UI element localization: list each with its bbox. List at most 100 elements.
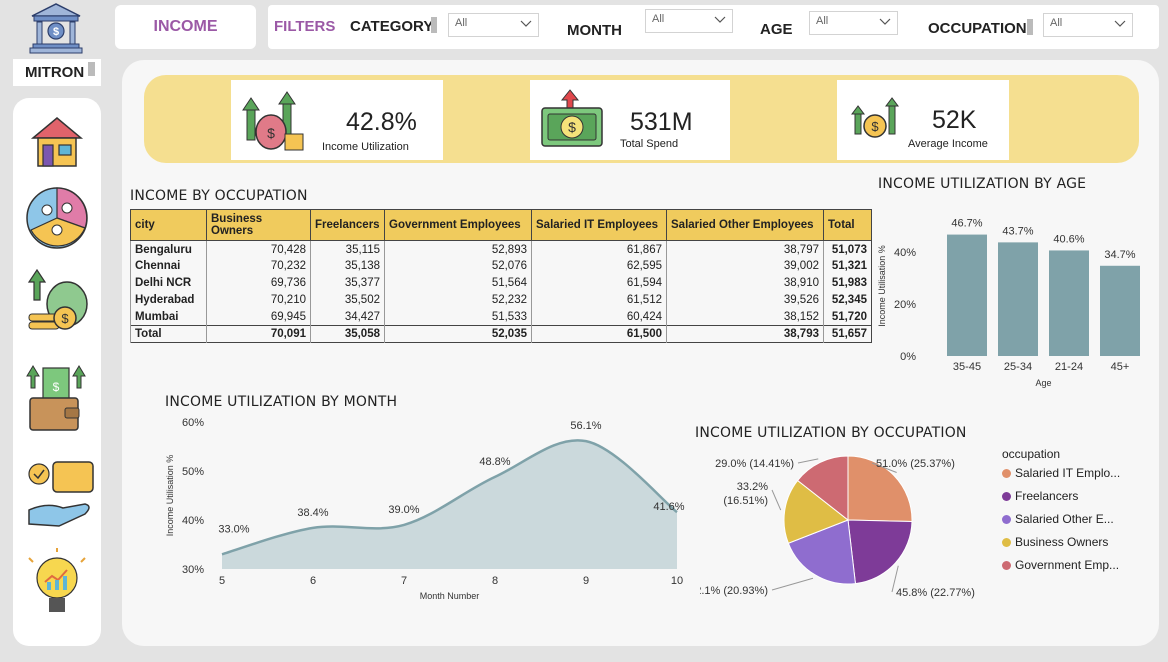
age-dropdown-value: All [816,15,829,27]
svg-text:$: $ [61,311,69,326]
column-header[interactable]: Business Owners [206,209,311,241]
legend-swatch [1002,537,1011,547]
column-header[interactable]: Total [823,209,872,241]
legend-item[interactable]: Salaried Other E... [1002,512,1114,526]
legend-item[interactable]: Salaried IT Emplo... [1002,466,1120,480]
table-cell: 35,502 [310,291,385,309]
x-tick-label: 6 [310,575,316,587]
chevron-down-icon [1114,20,1126,27]
legend-label: Salaried Other E... [1015,512,1114,526]
table-cell: 61,594 [531,274,667,292]
pie-slice[interactable] [847,519,913,585]
x-tick-label: 45+ [1111,361,1130,373]
demographics-icon[interactable] [25,186,89,254]
legend-swatch [1002,491,1011,501]
table-cell: 52,076 [384,257,532,275]
table-cell: 52,345 [823,291,872,309]
bar-data-label: 34.7% [1104,249,1135,261]
pie-data-label-value: 33.2% [737,481,768,493]
month-dropdown[interactable]: All [645,9,733,33]
age-bar[interactable] [998,242,1038,356]
legend-label: Government Emp... [1015,558,1120,572]
money-bag-icon[interactable]: $ [25,266,89,334]
svg-text:$: $ [267,125,275,141]
point-data-label: 38.4% [297,507,328,519]
table-cell: 52,232 [384,291,532,309]
x-tick-label: 10 [671,575,683,587]
tab-income[interactable]: INCOME [115,5,256,49]
occupation-pie-chart: 51.0% (25.37%) 45.8% (22.77%) 42.1% (20.93… [700,455,975,599]
table-cell: 51,564 [384,274,532,292]
table-cell: Delhi NCR [130,274,207,292]
x-tick-label: 7 [401,575,407,587]
table-total-cell: Total [130,325,207,343]
home-icon[interactable] [25,112,89,180]
age-dropdown[interactable]: All [809,11,898,35]
legend-item[interactable]: Business Owners [1002,535,1108,549]
pie-data-label: 42.1% (20.93%) [700,585,768,597]
income-growth-icon: $ [242,91,304,151]
table-row[interactable]: Delhi NCR 69,736 35,377 51,564 61,594 38,910 5… [130,274,872,292]
table-cell: 69,736 [206,274,311,292]
category-dropdown[interactable]: All [448,13,539,37]
age-bar[interactable] [1100,265,1140,356]
table-row[interactable]: Hyderabad 70,210 35,502 52,232 61,512 39,526 5… [130,291,872,309]
bar-data-label: 46.7% [951,218,982,230]
column-header[interactable]: city [130,209,207,241]
pie-leader-line [797,458,819,464]
kpi-label-average-income: Average Income [908,138,988,150]
legend-swatch [1002,514,1011,524]
column-header[interactable]: Government Employees [384,209,532,241]
legend-item[interactable]: Government Emp... [1002,558,1119,572]
chevron-down-icon [879,18,891,25]
legend-item[interactable]: Freelancers [1002,489,1078,503]
x-tick-label: 9 [583,575,589,587]
y-tick-label: 30% [182,564,204,576]
table-cell: Chennai [130,257,207,275]
y-tick-label: 50% [182,466,204,478]
table-cell: 38,152 [666,308,824,326]
table-total-cell: 51,657 [823,325,872,343]
table-cell: 34,427 [310,308,385,326]
table-cell: 69,945 [206,308,311,326]
bank-logo-icon: $ [0,0,112,60]
pie-leader-line [771,577,814,591]
table-cell: 61,512 [531,291,667,309]
point-data-label: 33.0% [218,523,249,535]
wallet-icon[interactable]: $ [25,360,89,431]
table-total-cell: 61,500 [531,325,667,343]
month-filter-label: MONTH [567,22,622,39]
age-filter-label: AGE [760,21,793,38]
table-cell: 51,533 [384,308,532,326]
pie-data-label: 45.8% (22.77%) [896,587,975,599]
credit-hand-icon[interactable] [25,458,94,527]
table-cell: 62,595 [531,257,667,275]
table-row[interactable]: Mumbai 69,945 34,427 51,533 60,424 38,152 51,7… [130,308,872,326]
table-cell: 35,138 [310,257,385,275]
column-header[interactable]: Salaried IT Employees [531,209,667,241]
table-cell: 70,210 [206,291,311,309]
table-row[interactable]: Bengaluru 70,428 35,115 52,893 61,867 38,797 5… [130,240,872,258]
table-cell: 39,526 [666,291,824,309]
age-bar[interactable] [1049,250,1089,356]
category-filter-label: CATEGORY [350,18,434,35]
kpi-card-average-income: $ 52K Average Income [837,80,1009,160]
occupation-filter-bar [1027,19,1033,35]
table-row[interactable]: Chennai 70,232 35,138 52,076 62,595 39,002 51,… [130,257,872,275]
occupation-dropdown[interactable]: All [1043,13,1133,37]
insights-bulb-icon[interactable] [25,548,89,616]
pie-data-label-share: (16.51%) [723,495,768,507]
age-bar[interactable] [947,234,987,356]
y-tick-label: 60% [182,417,204,429]
pie-data-label: 51.0% (25.37%) [876,458,955,470]
table-cell: 70,232 [206,257,311,275]
svg-text:$: $ [53,380,60,394]
column-header[interactable]: Freelancers [310,209,385,241]
point-data-label: 48.8% [479,456,510,468]
column-header[interactable]: Salaried Other Employees [666,209,824,241]
y-tick-label: 40% [182,515,204,527]
point-data-label: 39.0% [388,504,419,516]
area-fill [222,440,677,569]
income-by-occupation-table: city Business Owners Freelancers Governm… [130,209,872,343]
table-cell: Bengaluru [130,240,207,258]
